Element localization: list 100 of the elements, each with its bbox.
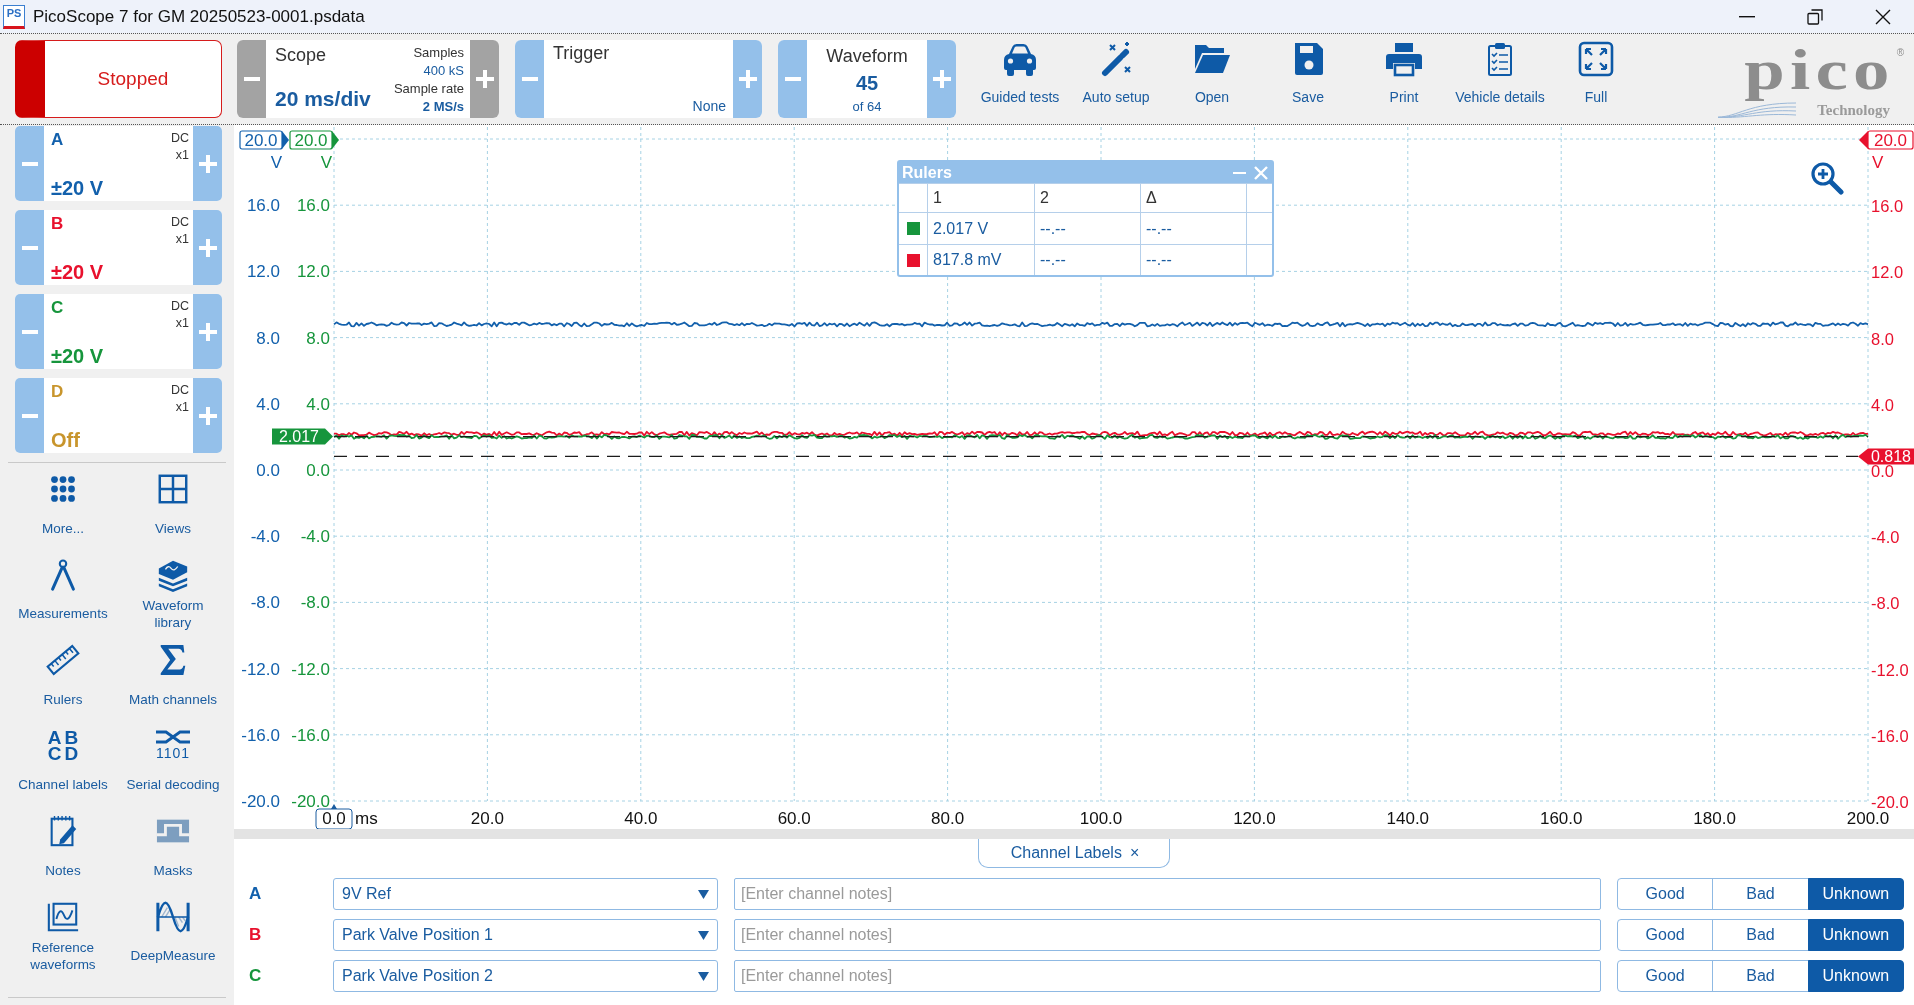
- decrease-button[interactable]: [515, 40, 544, 118]
- minimize-icon[interactable]: [1739, 15, 1755, 18]
- decrease-range-button[interactable]: [15, 126, 44, 201]
- label-dropdown[interactable]: 9V Ref: [333, 878, 718, 910]
- increase-button[interactable]: [733, 40, 762, 118]
- plus-icon: [932, 70, 951, 88]
- y-axis-label: 12.0: [246, 262, 280, 282]
- column-header: 2: [1035, 183, 1141, 212]
- probe-label: x1: [175, 231, 189, 248]
- axis-unit-label: V: [270, 153, 282, 172]
- toolbar-button[interactable]: Guided tests: [972, 40, 1068, 118]
- samples-value: 400 kS: [423, 62, 464, 80]
- x-axis-label: 120.0: [1233, 809, 1276, 828]
- segment-button[interactable]: Good: [1617, 960, 1714, 992]
- y-axis-label: -8.0: [300, 593, 330, 613]
- increase-button[interactable]: [470, 40, 499, 118]
- channel-range[interactable]: ±20 V: [51, 260, 104, 284]
- table-cell: --.--: [1035, 212, 1141, 244]
- tab-close-button[interactable]: ×: [1129, 844, 1140, 862]
- segment-button[interactable]: Good: [1617, 878, 1714, 910]
- waveform-number: 45: [855, 72, 879, 94]
- y-axis-label: -12.0: [241, 659, 280, 679]
- tool-button[interactable]: AB CD Channel labels: [8, 722, 118, 808]
- decrease-button[interactable]: [778, 40, 807, 118]
- toolbar-button[interactable]: Save: [1260, 40, 1356, 118]
- segment-button[interactable]: Bad: [1712, 919, 1809, 951]
- x-axis-label: 60.0: [777, 809, 811, 828]
- channel-name: A: [51, 130, 64, 151]
- coupling-label: DC: [170, 382, 189, 399]
- letters-icon: AB CD: [44, 728, 82, 763]
- caret-icon: [698, 889, 709, 899]
- table-cell: 817.8 mV: [928, 244, 1035, 275]
- tool-button[interactable]: Notes: [8, 808, 118, 894]
- segment-button[interactable]: Unknown: [1807, 919, 1904, 951]
- toolbar-button[interactable]: Auto setup: [1068, 40, 1164, 118]
- x-axis-label: 20.0: [470, 809, 504, 828]
- close-icon[interactable]: [1875, 8, 1891, 25]
- sine-wave-icon: [153, 899, 193, 934]
- tool-button[interactable]: Reference waveforms: [8, 893, 118, 979]
- segment-button[interactable]: Bad: [1712, 878, 1809, 910]
- minus-icon: [243, 77, 260, 81]
- decrease-range-button[interactable]: [15, 210, 44, 285]
- decrease-range-button[interactable]: [15, 378, 44, 453]
- increase-range-button[interactable]: [193, 210, 222, 285]
- y-axis-label: 16.0: [246, 196, 280, 216]
- y-axis-label: -4.0: [250, 527, 280, 547]
- segment-button[interactable]: Bad: [1712, 960, 1809, 992]
- y-axis-label: 16.0: [296, 196, 330, 216]
- table-cell: 2.017 V: [928, 212, 1035, 244]
- toolbar-button[interactable]: Open: [1164, 40, 1260, 118]
- segment-button[interactable]: Unknown: [1807, 960, 1904, 992]
- y-tick-label: 20.0: [244, 131, 278, 150]
- channel-notes-field[interactable]: [Enter channel notes]: [734, 960, 1601, 992]
- tool-button[interactable]: Math channels: [118, 637, 228, 723]
- restore-icon[interactable]: [1807, 8, 1823, 25]
- x-axis-unit: ms: [355, 809, 378, 828]
- y-axis-label: 16.0: [1871, 197, 1904, 216]
- tool-button[interactable]: DeepMeasure: [118, 893, 228, 979]
- decrease-button[interactable]: [237, 40, 266, 118]
- probe-label: x1: [175, 399, 189, 416]
- panel-tab[interactable]: Channel Labels ×: [977, 839, 1171, 868]
- run-stop-button[interactable]: Stopped: [15, 40, 222, 118]
- segment-button[interactable]: Good: [1617, 919, 1714, 951]
- increase-range-button[interactable]: [193, 294, 222, 369]
- logo-wordmark: pico: [1744, 39, 1895, 101]
- y-axis-label: 4.0: [306, 394, 330, 414]
- toolbar-button[interactable]: Full: [1548, 40, 1644, 118]
- coupling-label: DC: [170, 130, 189, 147]
- sample-rate-label: Sample rate: [393, 80, 464, 98]
- increase-range-button[interactable]: [193, 378, 222, 453]
- label-dropdown[interactable]: Park Valve Position 2: [333, 960, 718, 992]
- x-axis-label: 180.0: [1693, 809, 1736, 828]
- decrease-range-button[interactable]: [15, 294, 44, 369]
- axis-unit-label: V: [320, 153, 332, 172]
- samples-label: Samples: [413, 44, 464, 62]
- zoom-in-icon[interactable]: [1810, 161, 1844, 195]
- y-axis-label: -12.0: [291, 659, 330, 679]
- channel-range[interactable]: ±20 V: [51, 176, 104, 200]
- plus-icon: [198, 322, 217, 341]
- printer-icon: [1384, 41, 1424, 77]
- toolbar-button[interactable]: Vehicle details: [1452, 40, 1548, 118]
- channel-letter: C: [249, 966, 263, 986]
- tool-button[interactable]: 1101 Serial decoding: [118, 722, 228, 808]
- tool-button[interactable]: Masks: [118, 808, 228, 894]
- label-dropdown[interactable]: Park Valve Position 1: [333, 919, 718, 951]
- increase-range-button[interactable]: [193, 126, 222, 201]
- ref-line-label: 2.017: [278, 428, 320, 446]
- tool-button[interactable]: Measurements: [8, 551, 118, 637]
- channel-notes-field[interactable]: [Enter channel notes]: [734, 878, 1601, 910]
- segment-button[interactable]: Unknown: [1807, 878, 1904, 910]
- table-cell: --.--: [1141, 212, 1247, 244]
- channel-notes-field[interactable]: [Enter channel notes]: [734, 919, 1601, 951]
- channel-range[interactable]: ±20 V: [51, 344, 104, 368]
- toolbar-button[interactable]: Print: [1356, 40, 1452, 118]
- tool-button[interactable]: Rulers: [8, 637, 118, 723]
- tool-button[interactable]: Views: [118, 466, 228, 552]
- tool-button[interactable]: More...: [8, 466, 118, 552]
- plus-icon: [198, 238, 217, 257]
- increase-button[interactable]: [927, 40, 956, 118]
- tool-button[interactable]: Waveform library: [118, 551, 228, 637]
